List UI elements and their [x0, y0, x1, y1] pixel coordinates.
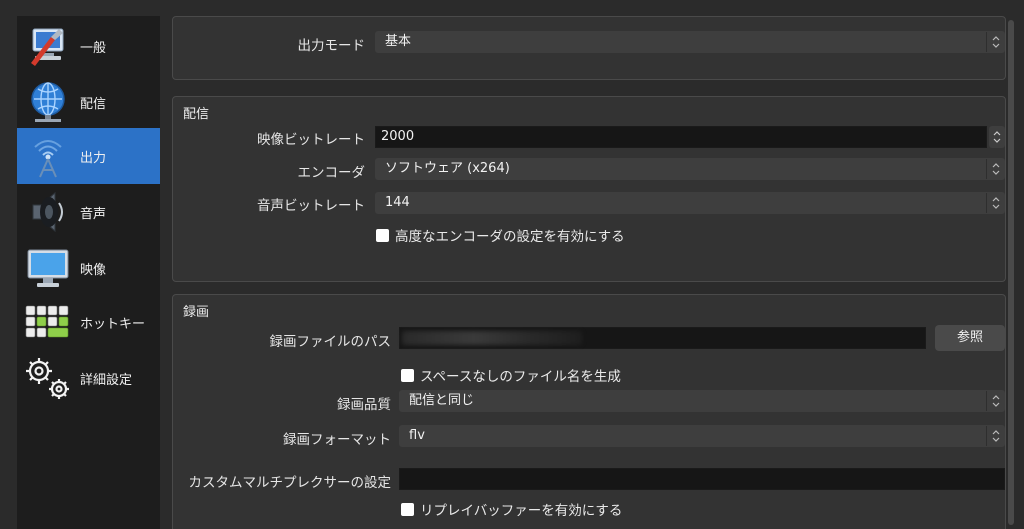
- replay-buffer-checkbox[interactable]: リプレイバッファーを有効にする: [401, 499, 622, 519]
- custom-muxer-input[interactable]: [399, 468, 1005, 490]
- sidebar-item-advanced[interactable]: 詳細設定: [17, 350, 160, 406]
- output-mode-group: 出力モード 基本: [172, 16, 1006, 80]
- recording-quality-value: 配信と同じ: [409, 393, 475, 408]
- recording-format-label: 録画フォーマット: [283, 432, 391, 448]
- settings-sidebar: 一般 配信 出力 音声 映像 ホットキー 詳細設定: [17, 16, 160, 529]
- globe-network-icon: [23, 77, 73, 127]
- output-mode-value: 基本: [385, 34, 412, 49]
- recording-quality-select[interactable]: 配信と同じ: [399, 390, 1005, 412]
- browse-button[interactable]: 参照: [935, 325, 1005, 351]
- blurred-path-text: [402, 331, 582, 345]
- monitor-icon: [23, 243, 73, 293]
- checkbox-box[interactable]: [376, 228, 389, 242]
- video-bitrate-input[interactable]: 2000: [375, 126, 987, 148]
- chevron-updown-icon: [986, 32, 1004, 52]
- video-bitrate-spinner[interactable]: [989, 126, 1005, 148]
- keyboard-icon: [23, 297, 73, 347]
- sidebar-item-label: 出力: [80, 150, 107, 166]
- recording-format-select[interactable]: flv: [399, 425, 1005, 447]
- gears-icon: [23, 353, 73, 403]
- vertical-scrollbar[interactable]: [1006, 16, 1016, 529]
- checkbox-box[interactable]: [401, 368, 414, 382]
- streaming-group: 配信 映像ビットレート 2000 エンコーダ ソフトウェア (x264) 音声ビ…: [172, 96, 1006, 282]
- scrollbar-thumb[interactable]: [1008, 20, 1014, 525]
- chevron-updown-icon: [986, 426, 1004, 446]
- recording-format-value: flv: [409, 428, 425, 443]
- sidebar-item-stream[interactable]: 配信: [17, 74, 160, 130]
- audio-bitrate-label: 音声ビットレート: [257, 198, 365, 214]
- advanced-encoder-checkbox[interactable]: 高度なエンコーダの設定を有効にする: [376, 225, 625, 245]
- encoder-select[interactable]: ソフトウェア (x264): [375, 158, 1005, 180]
- sidebar-item-label: 音声: [80, 206, 107, 222]
- streaming-group-title: 配信: [183, 107, 210, 122]
- chevron-updown-icon: [993, 131, 1001, 143]
- output-settings-panel: 出力モード 基本 配信 映像ビットレート 2000 エンコーダ ソフトウェア (…: [170, 16, 1006, 529]
- sidebar-item-audio[interactable]: 音声: [17, 184, 160, 240]
- sidebar-item-general[interactable]: 一般: [17, 18, 160, 74]
- sidebar-item-label: 詳細設定: [80, 372, 133, 388]
- sidebar-item-label: ホットキー: [80, 316, 146, 332]
- audio-bitrate-value: 144: [385, 195, 410, 210]
- sidebar-item-label: 一般: [80, 40, 107, 56]
- chevron-updown-icon: [986, 159, 1004, 179]
- output-mode-select[interactable]: 基本: [375, 31, 1005, 53]
- encoder-label: エンコーダ: [297, 165, 366, 181]
- video-bitrate-value: 2000: [381, 129, 415, 144]
- recording-quality-label: 録画品質: [337, 397, 391, 413]
- recording-group-title: 録画: [183, 305, 210, 320]
- advanced-encoder-checkbox-label: 高度なエンコーダの設定を有効にする: [395, 229, 625, 245]
- chevron-updown-icon: [986, 193, 1004, 213]
- window-top-strip: [0, 0, 1024, 14]
- video-bitrate-label: 映像ビットレート: [257, 132, 365, 148]
- checkbox-box[interactable]: [401, 502, 414, 516]
- custom-muxer-label: カスタムマルチプレクサーの設定: [188, 475, 392, 491]
- chevron-updown-icon: [986, 391, 1004, 411]
- sidebar-item-label: 映像: [80, 262, 107, 278]
- audio-bitrate-select[interactable]: 144: [375, 192, 1005, 214]
- no-space-filename-checkbox-label: スペースなしのファイル名を生成: [420, 369, 621, 385]
- recording-path-label: 録画ファイルのパス: [269, 334, 392, 350]
- broadcast-antenna-icon: [23, 131, 73, 181]
- recording-group: 録画 録画ファイルのパス 参照 スペースなしのファイル名を生成 録画品質 配信と…: [172, 294, 1006, 529]
- no-space-filename-checkbox[interactable]: スペースなしのファイル名を生成: [401, 365, 621, 385]
- sidebar-item-label: 配信: [80, 96, 107, 112]
- encoder-value: ソフトウェア (x264): [385, 161, 510, 176]
- sidebar-item-output[interactable]: 出力: [17, 128, 160, 184]
- speaker-icon: [23, 187, 73, 237]
- sidebar-item-hotkeys[interactable]: ホットキー: [17, 294, 160, 350]
- sidebar-item-video[interactable]: 映像: [17, 240, 160, 296]
- recording-path-input[interactable]: [399, 327, 926, 349]
- output-mode-label: 出力モード: [297, 38, 366, 54]
- wrench-monitor-icon: [23, 21, 73, 71]
- replay-buffer-checkbox-label: リプレイバッファーを有効にする: [420, 503, 623, 519]
